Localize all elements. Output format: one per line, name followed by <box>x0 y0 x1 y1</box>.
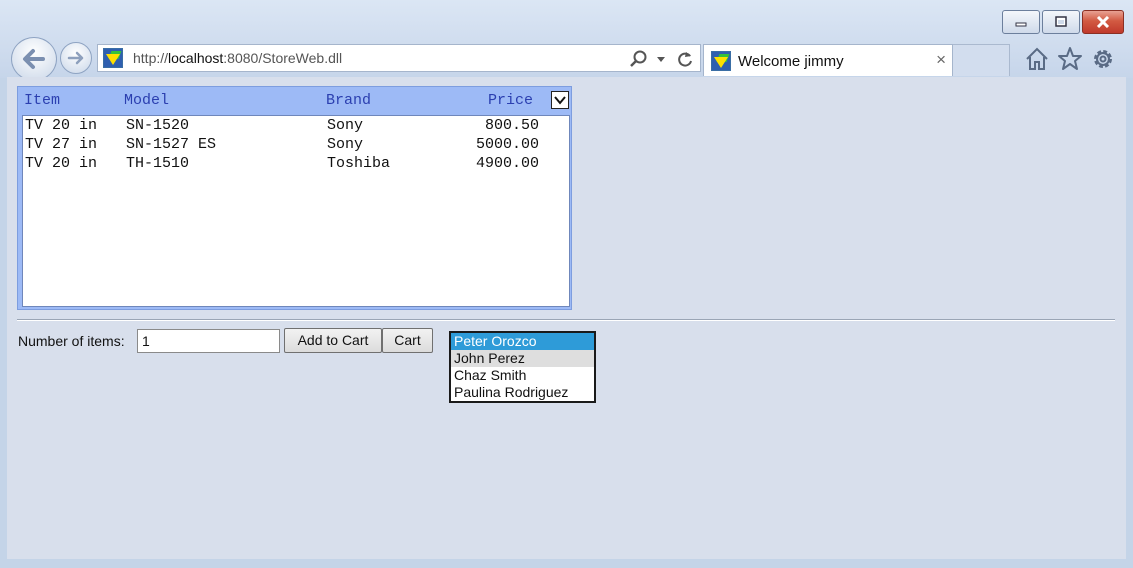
list-item[interactable]: Chaz Smith <box>451 367 594 384</box>
cell-model: SN-1527 ES <box>126 136 217 153</box>
table-row[interactable]: TV 20 in TH-1510 Toshiba 4900.00 <box>23 155 569 174</box>
tab-close-icon[interactable]: × <box>936 50 946 70</box>
table-row[interactable]: TV 27 in SN-1527 ES Sony 5000.00 <box>23 136 569 155</box>
list-item[interactable]: Peter Orozco <box>451 333 594 350</box>
header-brand[interactable]: Brand <box>326 92 371 109</box>
tab-favicon-icon <box>711 51 731 71</box>
cell-brand: Sony <box>327 136 364 153</box>
back-icon <box>23 49 45 69</box>
cell-item: TV 20 in <box>25 117 98 134</box>
cell-brand: Toshiba <box>327 155 391 172</box>
back-button[interactable] <box>11 37 57 81</box>
refresh-icon[interactable] <box>675 49 695 69</box>
cart-button[interactable]: Cart <box>382 328 433 353</box>
header-item[interactable]: Item <box>24 92 60 109</box>
address-url[interactable]: http://localhost:8080/StoreWeb.dll <box>133 50 342 66</box>
cell-item: TV 20 in <box>25 155 98 172</box>
address-bar[interactable]: http://localhost:8080/StoreWeb.dll <box>97 44 701 72</box>
home-icon[interactable] <box>1024 46 1050 72</box>
list-item[interactable]: Paulina Rodriguez <box>451 384 594 401</box>
chevron-down-icon <box>554 96 566 105</box>
quantity-label: Number of items: <box>18 333 125 349</box>
site-favicon-icon <box>103 48 123 68</box>
product-grid: Item Model Brand Price TV 20 in SN-1520 … <box>17 86 572 310</box>
new-tab-button[interactable] <box>953 44 1010 76</box>
minimize-button[interactable] <box>1002 10 1040 34</box>
star-icon[interactable] <box>1057 46 1083 72</box>
close-window-button[interactable] <box>1082 10 1124 34</box>
header-model[interactable]: Model <box>124 92 169 109</box>
tab-welcome[interactable]: Welcome jimmy × <box>703 44 953 76</box>
quantity-input[interactable]: 1 <box>137 329 280 353</box>
search-icon[interactable] <box>628 49 648 69</box>
tab-title: Welcome jimmy <box>738 53 844 70</box>
cell-price: 4900.00 <box>475 155 539 172</box>
divider <box>17 319 1115 321</box>
cell-brand: Sony <box>327 117 364 134</box>
forward-button[interactable] <box>60 42 92 74</box>
close-icon <box>1096 16 1110 28</box>
list-item[interactable]: John Perez <box>451 350 594 367</box>
table-row[interactable]: TV 20 in SN-1520 Sony 800.50 <box>23 117 569 136</box>
cell-price: 5000.00 <box>475 136 539 153</box>
restore-button[interactable] <box>1042 10 1080 34</box>
minimize-icon <box>1015 22 1027 27</box>
cell-price: 800.50 <box>484 117 539 134</box>
cell-model: TH-1510 <box>126 155 190 172</box>
gear-icon[interactable] <box>1090 46 1116 72</box>
add-to-cart-button[interactable]: Add to Cart <box>284 328 382 353</box>
forward-icon <box>67 51 84 65</box>
browser-chrome: http://localhost:8080/StoreWeb.dll Welco… <box>0 0 1133 81</box>
cell-model: SN-1520 <box>126 117 190 134</box>
grid-dropdown-button[interactable] <box>551 91 569 109</box>
product-list[interactable]: TV 20 in SN-1520 Sony 800.50 TV 27 in SN… <box>22 115 570 307</box>
customer-listbox[interactable]: Peter Orozco John Perez Chaz Smith Pauli… <box>449 331 596 403</box>
cell-item: TV 27 in <box>25 136 98 153</box>
maximize-icon <box>1055 16 1067 27</box>
dropdown-arrow-icon[interactable] <box>655 49 667 69</box>
header-price[interactable]: Price <box>488 92 533 109</box>
